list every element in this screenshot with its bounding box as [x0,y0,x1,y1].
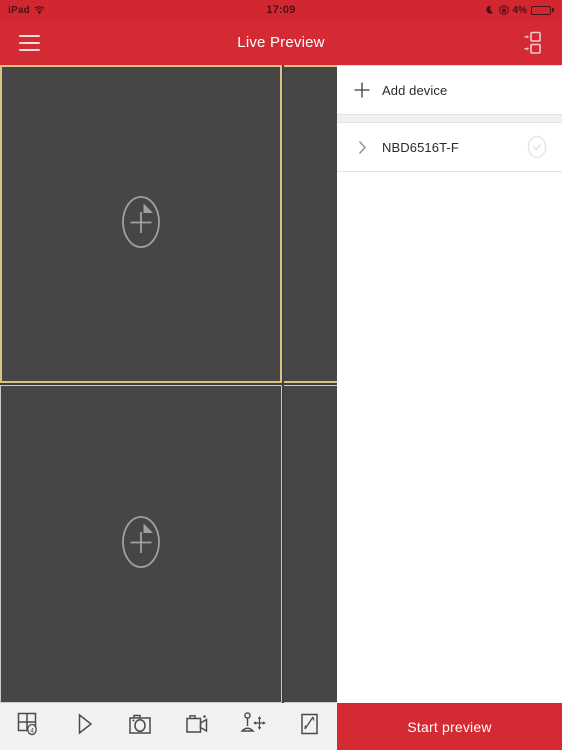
chevron-right-icon[interactable] [356,138,368,156]
split-layout-button[interactable]: 4 [0,703,56,750]
moon-icon [485,5,495,15]
record-button[interactable] [169,703,225,750]
split-count-badge: 4 [30,727,34,734]
more-button[interactable] [281,703,337,750]
start-preview-button[interactable]: Start preview [337,703,562,750]
video-record-icon [182,710,212,743]
plus-icon [353,81,371,99]
app-header: Live Preview [0,20,562,65]
channel-cell-1[interactable] [0,65,282,383]
window-split-icon[interactable] [516,26,550,60]
play-button[interactable] [56,703,112,750]
clock-label: 17:09 [266,4,296,16]
status-bar-right: 4% [485,4,554,16]
add-camera-icon[interactable] [118,192,164,257]
battery-charging-icon [531,5,554,15]
play-icon [70,710,98,743]
section-divider-band [337,114,562,123]
channel-cell-3[interactable] [0,385,282,703]
ptz-joystick-icon [237,709,269,744]
app-root: iPad 17:09 4% Live Preview Add device NB… [0,0,562,750]
video-grid [0,65,337,703]
channel-cell-4[interactable] [284,385,337,703]
battery-percent-label: 4% [512,4,527,16]
status-bar: iPad 17:09 4% [0,0,562,20]
page-title: Live Preview [237,34,325,51]
snapshot-button[interactable] [112,703,168,750]
rotation-lock-icon [498,5,509,15]
bottom-toolbar: 4 [0,703,337,750]
add-device-label: Add device [382,82,448,98]
device-row-divider [337,171,562,172]
add-camera-icon[interactable] [118,512,164,577]
channel-cell-2[interactable] [284,65,337,383]
device-panel: Add device NBD6516T-F [337,65,562,703]
edit-pen-icon [295,710,323,743]
ptz-button[interactable] [225,703,281,750]
add-device-row[interactable]: Add device [337,66,562,114]
check-circle-icon[interactable] [526,134,548,160]
device-row-nbd6516t-f[interactable]: NBD6516T-F [337,123,562,171]
grid-4-split-icon: 4 [14,710,42,743]
start-preview-label: Start preview [407,718,492,735]
camera-icon [125,710,155,743]
device-name-label: NBD6516T-F [382,139,459,155]
